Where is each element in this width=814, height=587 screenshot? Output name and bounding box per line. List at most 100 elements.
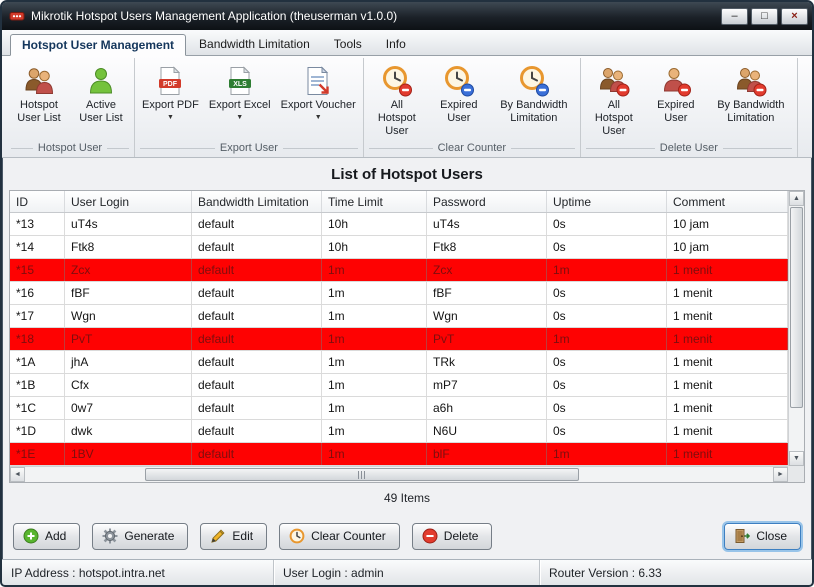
table-cell: *1D bbox=[10, 420, 65, 442]
table-cell: 1 menit bbox=[667, 443, 788, 465]
table-row[interactable]: *13 uT4s default 10h uT4s 0s 10 jam bbox=[10, 213, 788, 236]
vertical-scrollbar[interactable]: ▲ ▼ bbox=[788, 191, 804, 466]
table-cell: 10h bbox=[322, 213, 427, 235]
dropdown-arrow-icon: ▼ bbox=[166, 113, 174, 121]
table-cell: default bbox=[192, 351, 322, 373]
table-row[interactable]: *16 fBF default 1m fBF 0s 1 menit bbox=[10, 282, 788, 305]
vertical-scroll-track[interactable] bbox=[789, 206, 804, 451]
table-cell: default bbox=[192, 282, 322, 304]
tab-bandwidth-limitation[interactable]: Bandwidth Limitation bbox=[188, 33, 321, 55]
column-header-time-limit[interactable]: Time Limit bbox=[322, 191, 427, 212]
maximize-button[interactable]: □ bbox=[751, 7, 778, 25]
active-user-icon bbox=[85, 65, 117, 97]
scroll-left-icon[interactable]: ◄ bbox=[10, 467, 25, 482]
table-cell: Wgn bbox=[427, 305, 547, 327]
table-cell: 0s bbox=[547, 397, 667, 419]
toolbar-button-label: Expired User bbox=[440, 99, 478, 124]
clear-counter-expired-button[interactable]: Expired User bbox=[429, 60, 489, 127]
table-row[interactable]: *15 Zcx default 1m Zcx 1m 1 menit bbox=[10, 259, 788, 282]
column-header-id[interactable]: ID bbox=[10, 191, 65, 212]
toolbar-button-label: Export Voucher bbox=[280, 99, 356, 111]
button-label: Delete bbox=[443, 529, 479, 543]
toolbar-group-hotspot-user: Hotspot User List Active User List Hotsp… bbox=[6, 58, 135, 157]
table-cell: 0s bbox=[547, 351, 667, 373]
vertical-scroll-thumb[interactable] bbox=[790, 207, 803, 408]
table-row[interactable]: *14 Ftk8 default 10h Ftk8 0s 10 jam bbox=[10, 236, 788, 259]
table-row[interactable]: *1D dwk default 1m N6U 0s 1 menit bbox=[10, 420, 788, 443]
clear-counter-all-button[interactable]: All Hotspot User bbox=[367, 60, 427, 140]
delete-expired-users-button[interactable]: Expired User bbox=[646, 60, 706, 127]
plus-circle-icon bbox=[23, 528, 39, 544]
close-window-button[interactable]: × bbox=[781, 7, 808, 25]
tab-tools[interactable]: Tools bbox=[323, 33, 373, 55]
toolbar-button-label: Expired User bbox=[657, 99, 695, 124]
close-button[interactable]: Close bbox=[724, 522, 801, 550]
table-cell: *17 bbox=[10, 305, 65, 327]
table-row[interactable]: *1A jhA default 1m TRk 0s 1 menit bbox=[10, 351, 788, 374]
delete-by-bandwidth-button[interactable]: By Bandwidth Limitation bbox=[708, 60, 794, 127]
table-cell: 10 jam bbox=[667, 213, 788, 235]
column-header-comment[interactable]: Comment bbox=[667, 191, 788, 212]
toolbar-button-label: Export PDF bbox=[142, 99, 199, 111]
clock-minus-icon bbox=[443, 65, 475, 97]
pdf-file-icon: PDF bbox=[154, 65, 186, 97]
tab-info[interactable]: Info bbox=[375, 33, 417, 55]
table-row[interactable]: *17 Wgn default 1m Wgn 0s 1 menit bbox=[10, 305, 788, 328]
table-cell: default bbox=[192, 374, 322, 396]
table-cell: Ftk8 bbox=[427, 236, 547, 258]
horizontal-scroll-track[interactable] bbox=[25, 467, 773, 482]
hotspot-users-table: ID User Login Bandwidth Limitation Time … bbox=[9, 190, 805, 483]
table-row[interactable]: *1C 0w7 default 1m a6h 0s 1 menit bbox=[10, 397, 788, 420]
hotspot-user-list-button[interactable]: Hotspot User List bbox=[9, 60, 69, 127]
table-cell: *15 bbox=[10, 259, 65, 281]
table-cell: 1m bbox=[322, 351, 427, 373]
toolbar: Hotspot User List Active User List Hotsp… bbox=[2, 56, 812, 158]
scroll-right-icon[interactable]: ► bbox=[773, 467, 788, 482]
generate-button[interactable]: Generate bbox=[92, 522, 189, 550]
clock-minus-icon bbox=[518, 65, 550, 97]
edit-button[interactable]: Edit bbox=[200, 522, 268, 550]
scroll-grip-icon bbox=[357, 470, 366, 479]
dropdown-arrow-icon: ▼ bbox=[314, 113, 322, 121]
table-row[interactable]: *18 PvT default 1m PvT 1m 1 menit bbox=[10, 328, 788, 351]
table-row[interactable]: *1B Cfx default 1m mP7 0s 1 menit bbox=[10, 374, 788, 397]
table-cell: 1 menit bbox=[667, 374, 788, 396]
column-header-user-login[interactable]: User Login bbox=[65, 191, 192, 212]
table-cell: Ftk8 bbox=[65, 236, 192, 258]
clear-counter-button[interactable]: Clear Counter bbox=[279, 522, 400, 550]
delete-button[interactable]: Delete bbox=[411, 522, 493, 550]
table-cell: *13 bbox=[10, 213, 65, 235]
toolbar-group-clear-counter: All Hotspot User Expired User By Bandwid… bbox=[364, 58, 581, 157]
excel-file-icon: XLS bbox=[224, 65, 256, 97]
export-excel-button[interactable]: XLS Export Excel ▼ bbox=[205, 60, 275, 123]
table-body: *13 uT4s default 10h uT4s 0s 10 jam *14 Ftk8 defa… bbox=[10, 213, 788, 466]
scroll-up-icon[interactable]: ▲ bbox=[789, 191, 804, 206]
minimize-button[interactable]: – bbox=[721, 7, 748, 25]
active-user-list-button[interactable]: Active User List bbox=[71, 60, 131, 127]
table-cell: 1 menit bbox=[667, 328, 788, 350]
column-header-uptime[interactable]: Uptime bbox=[547, 191, 667, 212]
table-cell: a6h bbox=[427, 397, 547, 419]
horizontal-scrollbar[interactable]: ◄ ► bbox=[10, 466, 788, 482]
toolbar-button-label: Export Excel bbox=[208, 99, 271, 111]
scrollbar-corner bbox=[788, 466, 804, 482]
table-cell: 1 menit bbox=[667, 305, 788, 327]
clear-counter-bandwidth-button[interactable]: By Bandwidth Limitation bbox=[491, 60, 577, 127]
table-cell: 1m bbox=[322, 397, 427, 419]
add-button[interactable]: Add bbox=[13, 522, 81, 550]
svg-text:PDF: PDF bbox=[163, 81, 178, 88]
export-pdf-button[interactable]: PDF Export PDF ▼ bbox=[138, 60, 203, 123]
user-minus-icon bbox=[660, 65, 692, 97]
table-cell: 0w7 bbox=[65, 397, 192, 419]
table-row[interactable]: *1E 1BV default 1m blF 1m 1 menit bbox=[10, 443, 788, 466]
column-header-bandwidth-limitation[interactable]: Bandwidth Limitation bbox=[192, 191, 322, 212]
export-voucher-button[interactable]: Export Voucher ▼ bbox=[277, 60, 360, 123]
scroll-down-icon[interactable]: ▼ bbox=[789, 451, 804, 466]
horizontal-scroll-thumb[interactable] bbox=[144, 468, 579, 481]
column-header-password[interactable]: Password bbox=[427, 191, 547, 212]
tab-hotspot-user-management[interactable]: Hotspot User Management bbox=[10, 34, 187, 56]
table-cell: *16 bbox=[10, 282, 65, 304]
table-cell: 0s bbox=[547, 236, 667, 258]
delete-all-users-button[interactable]: All Hotspot User bbox=[584, 60, 644, 140]
table-cell: default bbox=[192, 397, 322, 419]
